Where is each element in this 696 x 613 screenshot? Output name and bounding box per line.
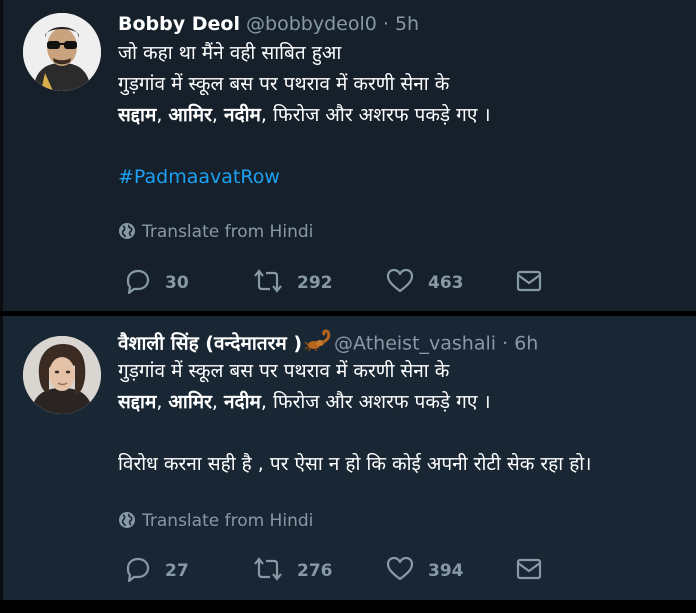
tweet-content: वैशाली सिंह (वन्देमातरम ) @Atheist_vasha… [118, 328, 686, 480]
retweet-button[interactable]: 276 [253, 556, 333, 586]
like-button[interactable]: 394 [386, 556, 464, 586]
retweet-icon [254, 557, 282, 581]
reply-button[interactable]: 27 [125, 556, 189, 586]
like-count: 463 [428, 273, 464, 293]
translate-label[interactable]: Translate from Hindi [142, 511, 313, 531]
timestamp[interactable]: 5h [395, 13, 419, 35]
tweet-divider [0, 600, 696, 613]
tweet-text-line: सद्दाम, आमिर, नदीम, फिरोज और अशरफ पकड़े … [118, 387, 686, 418]
retweet-count: 276 [297, 561, 333, 581]
tweet-text-line: #PadmaavatRow [118, 162, 686, 193]
heart-icon [386, 556, 414, 581]
user-handle[interactable]: @Atheist_vashali [334, 333, 496, 355]
tweet-text-line: सद्दाम, आमिर, नदीम, फिरोज और अशरफ पकड़े … [118, 100, 686, 131]
retweet-button[interactable]: 292 [253, 268, 333, 298]
translate-label[interactable]: Translate from Hindi [142, 222, 313, 242]
hashtag-link[interactable]: #PadmaavatRow [118, 166, 280, 188]
retweet-icon [254, 269, 282, 293]
direct-message-button[interactable] [516, 556, 542, 586]
tweet-content: Bobby Deol @bobbydeol0 · 5h जो कहा था मै… [118, 10, 686, 193]
reply-button[interactable]: 30 [125, 268, 189, 298]
globe-icon [119, 511, 135, 528]
bold-name: आमिर [168, 391, 212, 413]
tweet-header: वैशाली सिंह (वन्देमातरम ) @Atheist_vasha… [118, 328, 686, 356]
tweet-card[interactable]: Bobby Deol @bobbydeol0 · 5h जो कहा था मै… [3, 0, 696, 311]
text-fragment: , फिरोज और अशरफ पकड़े गए । [260, 104, 491, 126]
timeline: Bobby Deol @bobbydeol0 · 5h जो कहा था मै… [0, 0, 696, 613]
display-name[interactable]: Bobby Deol [118, 13, 240, 35]
envelope-icon [516, 558, 542, 580]
timestamp[interactable]: 6h [514, 333, 538, 355]
reply-count: 27 [165, 561, 189, 581]
text-fragment: , [156, 104, 169, 126]
envelope-icon [516, 270, 542, 292]
user-handle[interactable]: @bobbydeol0 [246, 13, 377, 35]
like-count: 394 [428, 561, 464, 581]
avatar[interactable] [23, 13, 101, 91]
translate-link[interactable]: Translate from Hindi [118, 221, 313, 243]
separator-dot: · [502, 332, 509, 355]
like-button[interactable]: 463 [386, 268, 464, 298]
tweet-text-line: गुड़गांव में स्कूल बस पर पथराव में करणी … [118, 73, 450, 95]
text-fragment: , [156, 391, 169, 413]
bold-name: सद्दाम [118, 104, 157, 126]
reply-icon [126, 557, 150, 583]
reply-icon [126, 269, 150, 295]
translate-link[interactable]: Translate from Hindi [118, 510, 313, 532]
heart-icon [386, 268, 414, 293]
display-name[interactable]: वैशाली सिंह (वन्देमातरम ) [118, 333, 302, 355]
retweet-count: 292 [297, 273, 333, 293]
direct-message-button[interactable] [516, 268, 542, 298]
separator-dot: · [382, 13, 389, 35]
tweet-header: Bobby Deol @bobbydeol0 · 5h [118, 10, 686, 38]
tweet-text-line: जो कहा था मैंने वही साबित हुआ [118, 42, 342, 64]
bold-name: सद्दाम [118, 391, 157, 413]
tweet-card[interactable]: वैशाली सिंह (वन्देमातरम ) @Atheist_vasha… [3, 316, 696, 600]
text-fragment: , [211, 104, 224, 126]
tweet-text-line: विरोध करना सही है , पर ऐसा न हो कि कोई अ… [118, 453, 592, 475]
text-fragment: , [211, 391, 224, 413]
text-fragment: , फिरोज और अशरफ पकड़े गए । [260, 391, 491, 413]
bold-name: नदीम [224, 391, 261, 413]
avatar[interactable] [23, 336, 101, 414]
reply-count: 30 [165, 273, 189, 293]
tweet-text-line: गुड़गांव में स्कूल बस पर पथराव में करणी … [118, 360, 450, 382]
bold-name: नदीम [224, 104, 261, 126]
globe-icon [119, 222, 135, 239]
bold-name: आमिर [168, 104, 212, 126]
